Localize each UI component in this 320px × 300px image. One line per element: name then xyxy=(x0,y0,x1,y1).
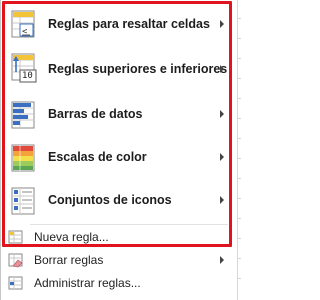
manage-rules-icon xyxy=(8,275,24,296)
submenu-arrow-icon xyxy=(220,256,224,264)
menu-item-label: Borrar reglas xyxy=(34,253,104,267)
menu-item-clear-rules[interactable]: Borrar reglas xyxy=(4,250,228,270)
menu-item-manage-rules[interactable]: Administrar reglas... xyxy=(4,273,228,293)
worksheet-edge xyxy=(232,0,241,300)
menu-item-label: Administrar reglas... xyxy=(34,276,141,290)
menu-left-border xyxy=(0,0,1,300)
conditional-formatting-menu: < Reglas para resaltar celdas 10 Reglas … xyxy=(0,0,241,300)
annotation-highlight-box xyxy=(2,1,232,247)
clear-rules-icon xyxy=(8,252,24,273)
